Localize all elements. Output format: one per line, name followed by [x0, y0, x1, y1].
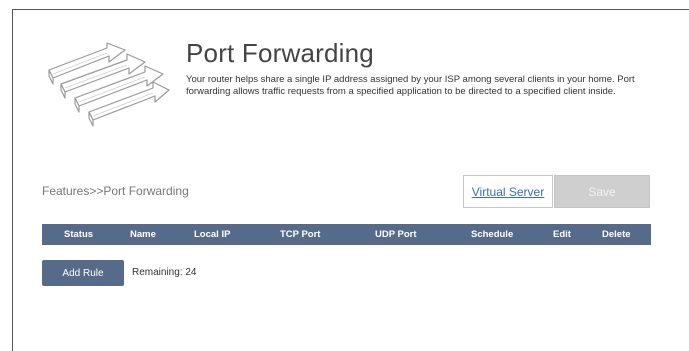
column-header-udp-port[interactable]: UDP Port — [375, 224, 417, 245]
column-header-schedule[interactable]: Schedule — [471, 224, 513, 245]
column-header-status[interactable]: Status — [64, 224, 93, 245]
column-header-name[interactable]: Name — [130, 224, 156, 245]
remaining-label: Remaining: — [132, 267, 183, 278]
remaining-count: Remaining: 24 — [132, 267, 197, 278]
column-header-delete[interactable]: Delete — [602, 224, 631, 245]
port-forward-arrows-icon — [48, 42, 170, 127]
page-description: Your router helps share a single IP addr… — [186, 74, 635, 97]
remaining-value: 24 — [185, 267, 197, 278]
column-header-edit[interactable]: Edit — [553, 224, 571, 245]
save-button[interactable]: Save — [554, 175, 650, 208]
add-rule-button[interactable]: Add Rule — [42, 260, 124, 286]
column-header-local-ip[interactable]: Local IP — [194, 224, 230, 245]
table-header: Status Name Local IP TCP Port UDP Port S… — [42, 224, 651, 245]
virtual-server-link[interactable]: Virtual Server — [463, 175, 553, 208]
page-title: Port Forwarding — [186, 38, 374, 68]
column-header-tcp-port[interactable]: TCP Port — [280, 224, 320, 245]
breadcrumb: Features>>Port Forwarding — [42, 184, 189, 198]
